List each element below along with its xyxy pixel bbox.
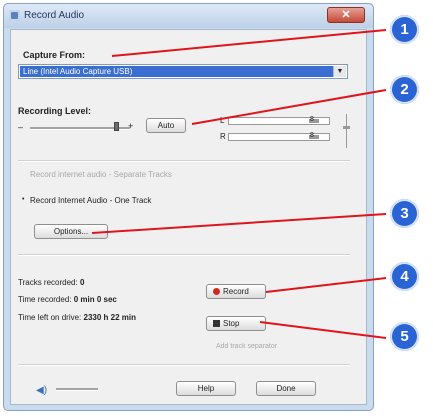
callout-badge-5: 5 xyxy=(390,322,419,351)
callout-line-5 xyxy=(259,321,387,339)
callout-badge-1: 1 xyxy=(390,15,419,44)
callout-line-3 xyxy=(91,213,387,234)
callout-line-2 xyxy=(191,89,387,125)
callout-badge-3: 3 xyxy=(390,199,419,228)
callout-lines xyxy=(91,29,387,339)
callout-badge-2: 2 xyxy=(390,75,419,104)
callout-line-1 xyxy=(111,29,387,57)
callout-badge-4: 4 xyxy=(390,262,419,291)
callout-line-4 xyxy=(265,277,387,293)
